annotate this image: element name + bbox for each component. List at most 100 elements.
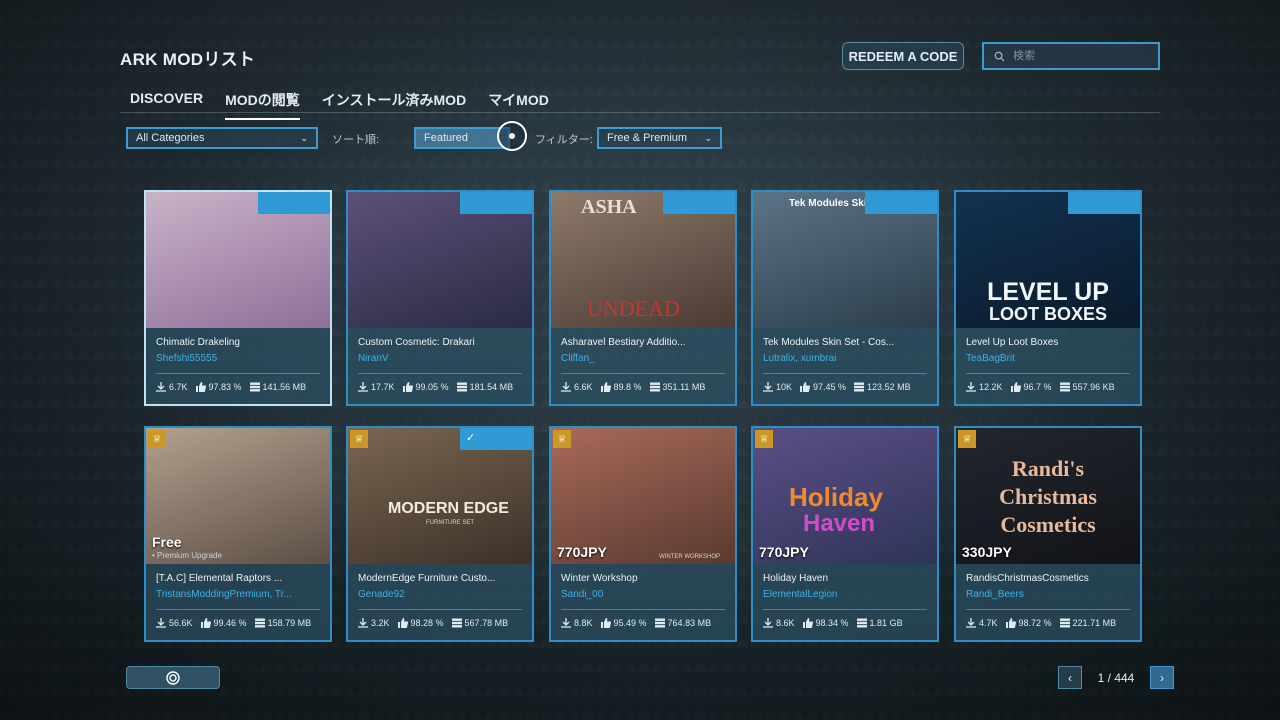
mod-author[interactable]: Genade92: [358, 589, 526, 600]
mod-name: Tek Modules Skin Set - Cos...: [763, 337, 895, 348]
download-count: 8.6K: [776, 618, 795, 628]
search-input[interactable]: [1013, 50, 1153, 62]
mod-author[interactable]: TeaBagBrit: [966, 353, 1134, 364]
mod-thumbnail: Randi's Christmas Cosmetics 330JPY: [956, 428, 1140, 564]
storage-icon: [1059, 382, 1070, 392]
mod-stats: 8.8K 95.49 % 764.83 MB: [561, 618, 711, 628]
card-divider: [561, 373, 725, 374]
gamepad-button-icon: [166, 670, 180, 685]
mod-stats: 3.2K 98.28 % 567.78 MB: [358, 618, 508, 628]
rating-value: 98.28 %: [410, 618, 444, 628]
mod-card[interactable]: WINTER WORKSHOP 770JPY ♕ Winter Workshop…: [549, 426, 737, 642]
download-count: 12.2K: [979, 382, 1003, 392]
card-divider: [358, 609, 522, 610]
mod-card[interactable]: LEVEL UP LOOT BOXES Level Up Loot Boxes …: [954, 190, 1142, 406]
category-select[interactable]: All Categories ⌄: [126, 127, 318, 149]
mod-author[interactable]: TristansModdingPremium, Tr...: [156, 589, 324, 600]
mod-author[interactable]: ElementalLegion: [763, 589, 931, 600]
download-count: 3.2K: [371, 618, 390, 628]
crown-icon: ♕: [553, 430, 571, 448]
search-box[interactable]: [982, 42, 1160, 70]
price-sub-label: • Premium Upgrade: [152, 551, 222, 560]
download-icon: [156, 618, 166, 628]
mod-author[interactable]: Sandi_00: [561, 589, 729, 600]
card-divider: [156, 373, 320, 374]
thumb-title: ASHA: [581, 196, 637, 218]
storage-icon: [856, 618, 867, 628]
file-size: 141.56 MB: [262, 382, 307, 392]
thumbs-up-icon: [802, 618, 813, 628]
filter-select[interactable]: Free & Premium ⌄: [597, 127, 722, 149]
mod-thumbnail: Free • Premium Upgrade: [146, 428, 330, 564]
mod-card[interactable]: Holiday Haven 770JPY ♕ Holiday Haven Ele…: [751, 426, 939, 642]
thumbs-up-icon: [600, 618, 611, 628]
storage-icon: [649, 382, 660, 392]
file-size: 158.79 MB: [267, 618, 312, 628]
mod-stats: 6.6K 89.8 % 351.11 MB: [561, 382, 705, 392]
storage-icon: [249, 382, 260, 392]
next-page-button[interactable]: ›: [1150, 666, 1174, 689]
file-size: 557.96 KB: [1072, 382, 1115, 392]
mod-name: [T.A.C] Elemental Raptors ...: [156, 573, 283, 584]
download-count: 6.7K: [169, 382, 188, 392]
thumbs-up-icon: [200, 618, 211, 628]
rating-value: 98.72 %: [1018, 618, 1052, 628]
download-count: 17.7K: [371, 382, 395, 392]
mod-author[interactable]: NiranV: [358, 353, 526, 364]
mod-name: ModernEdge Furniture Custo...: [358, 573, 496, 584]
rating-value: 89.8 %: [613, 382, 642, 392]
rating-value: 98.34 %: [815, 618, 849, 628]
mod-card[interactable]: MODERN EDGE FURNITURE SET ✓ ♕ ModernEdge…: [346, 426, 534, 642]
mod-card[interactable]: Tek Modules Skin Set Tek Modules Skin Se…: [751, 190, 939, 406]
corner-flag: [865, 192, 937, 214]
gamepad-cursor: [497, 121, 527, 151]
mod-name: Chimatic Drakeling: [156, 337, 240, 348]
gamepad-action-button[interactable]: [126, 666, 220, 689]
sort-select-value: Featured: [424, 132, 469, 144]
price-label: 770JPY: [557, 544, 607, 560]
page-title: ARK MODリスト: [120, 50, 256, 69]
mod-author[interactable]: Cliffan_: [561, 353, 729, 364]
chevron-down-icon: ⌄: [300, 132, 308, 143]
mod-stats: 6.7K 97.83 % 141.56 MB: [156, 382, 306, 392]
thumb-title: UNDEAD: [587, 296, 680, 321]
tab-installed-mods[interactable]: インストール済みMOD: [322, 88, 466, 118]
mod-author[interactable]: Shefshi55555: [156, 353, 324, 364]
mod-card[interactable]: Free • Premium Upgrade ♕ [T.A.C] Element…: [144, 426, 332, 642]
thumb-subtitle: WINTER WORKSHOP: [659, 554, 720, 560]
rating-value: 95.49 %: [613, 618, 647, 628]
tab-my-mods[interactable]: マイMOD: [488, 88, 549, 118]
thumb-title: Cosmetics: [1000, 512, 1096, 537]
mod-card[interactable]: Randi's Christmas Cosmetics 330JPY ♕ Ran…: [954, 426, 1142, 642]
download-count: 8.8K: [574, 618, 593, 628]
mod-author[interactable]: Randi_Beers: [966, 589, 1134, 600]
file-size: 221.71 MB: [1072, 618, 1117, 628]
chevron-down-icon: ⌄: [704, 132, 712, 143]
storage-icon: [456, 382, 467, 392]
sort-select[interactable]: Featured: [414, 127, 510, 149]
crown-icon: ♕: [350, 430, 368, 448]
price-label: 770JPY: [759, 544, 809, 560]
mod-card[interactable]: Chimatic Drakeling Shefshi55555 6.7K 97.…: [144, 190, 332, 406]
card-divider: [966, 609, 1130, 610]
mod-author[interactable]: Lutralix, xumbrai: [763, 353, 931, 364]
thumbs-up-icon: [1005, 618, 1016, 628]
download-icon: [966, 618, 976, 628]
mod-thumbnail: WINTER WORKSHOP 770JPY: [551, 428, 735, 564]
prev-page-button[interactable]: ‹: [1058, 666, 1082, 689]
mod-stats: 12.2K 96.7 % 557.96 KB: [966, 382, 1115, 392]
thumbs-up-icon: [1010, 382, 1021, 392]
thumbs-up-icon: [195, 382, 206, 392]
storage-icon: [654, 618, 665, 628]
tab-browse-mods[interactable]: MODの閲覧: [225, 88, 300, 120]
mod-card[interactable]: Custom Cosmetic: Drakari NiranV 17.7K 99…: [346, 190, 534, 406]
download-count: 56.6K: [169, 618, 193, 628]
storage-icon: [254, 618, 265, 628]
thumb-title: Holiday: [789, 482, 883, 512]
mod-card[interactable]: ASHA UNDEAD Asharavel Bestiary Additio..…: [549, 190, 737, 406]
mod-stats: 17.7K 99.05 % 181.54 MB: [358, 382, 513, 392]
crown-icon: ♕: [148, 430, 166, 448]
redeem-code-button[interactable]: REDEEM A CODE: [842, 42, 964, 70]
rating-value: 99.05 %: [415, 382, 449, 392]
tab-discover[interactable]: DISCOVER: [130, 88, 203, 118]
